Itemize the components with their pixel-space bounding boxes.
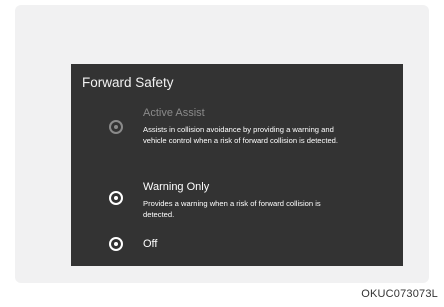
radio-button-icon[interactable] <box>109 191 123 205</box>
figure-frame: Forward Safety Active Assist Assists in … <box>15 5 429 283</box>
option-description-active-assist: Assists in collision avoidance by provid… <box>143 125 338 145</box>
option-description-warning-only: Provides a warning when a risk of forwar… <box>143 199 321 219</box>
option-label-active-assist: Active Assist <box>143 107 205 119</box>
radio-button-icon[interactable] <box>109 120 123 134</box>
figure-code: OKUC073073L <box>361 288 438 300</box>
option-label-warning-only: Warning Only <box>143 181 210 193</box>
radio-button-icon[interactable] <box>109 237 123 251</box>
forward-safety-screen: Forward Safety Active Assist Assists in … <box>71 64 403 266</box>
screen-title: Forward Safety <box>82 75 174 90</box>
option-label-off: Off <box>143 238 158 250</box>
